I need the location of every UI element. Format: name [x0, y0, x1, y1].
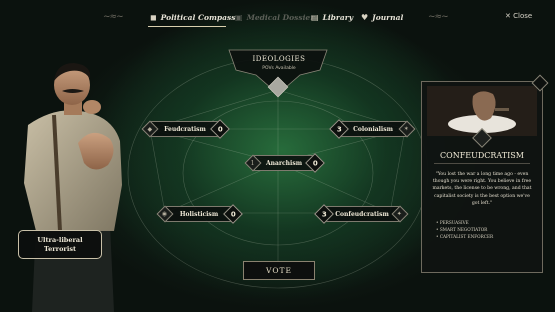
character-title-line2: Terrorist [44, 244, 76, 253]
card-quote: "You lost the war a long time ago - even… [432, 172, 532, 206]
ideologies-title: IDEOLOGIES [252, 55, 306, 63]
vote-button[interactable]: VOTE [243, 261, 315, 280]
node-anarchism[interactable]: 1 Anarchism 0 [244, 153, 325, 173]
node-holisticism[interactable]: ◉ Holisticism 0 [156, 204, 243, 224]
node-confeudcratism[interactable]: 3 Confeudcratism ✦ [314, 204, 409, 224]
feudcratism-label: Feudcratism [151, 121, 219, 137]
node-colonialism[interactable]: 3 Colonialism ✶ [329, 119, 416, 139]
list-item: CAPITALIST ENFORCER [436, 233, 532, 240]
holisticism-label: Holisticism [166, 206, 232, 222]
colonialism-label: Colonialism [340, 121, 406, 137]
list-item: SMART NEGOTIATOR [436, 226, 532, 233]
character-title-line1: Ultra-liberal [37, 235, 83, 244]
povs-available-label: POVs Available [262, 66, 296, 71]
confeudcratism-label: Confeudcratism [325, 206, 399, 222]
card-title: CONFEUDCRATISM [440, 151, 524, 160]
ideology-detail-card: CONFEUDCRATISM "You lost the war a long … [421, 74, 549, 273]
card-traits: PERSUASIVE SMART NEGOTIATOR CAPITALIST E… [436, 219, 532, 240]
node-feudcratism[interactable]: ◆ Feudcratism 0 [141, 119, 230, 139]
character-title-badge: Ultra-liberal Terrorist [18, 230, 102, 259]
list-item: PERSUASIVE [436, 219, 532, 226]
card-divider [434, 163, 530, 164]
